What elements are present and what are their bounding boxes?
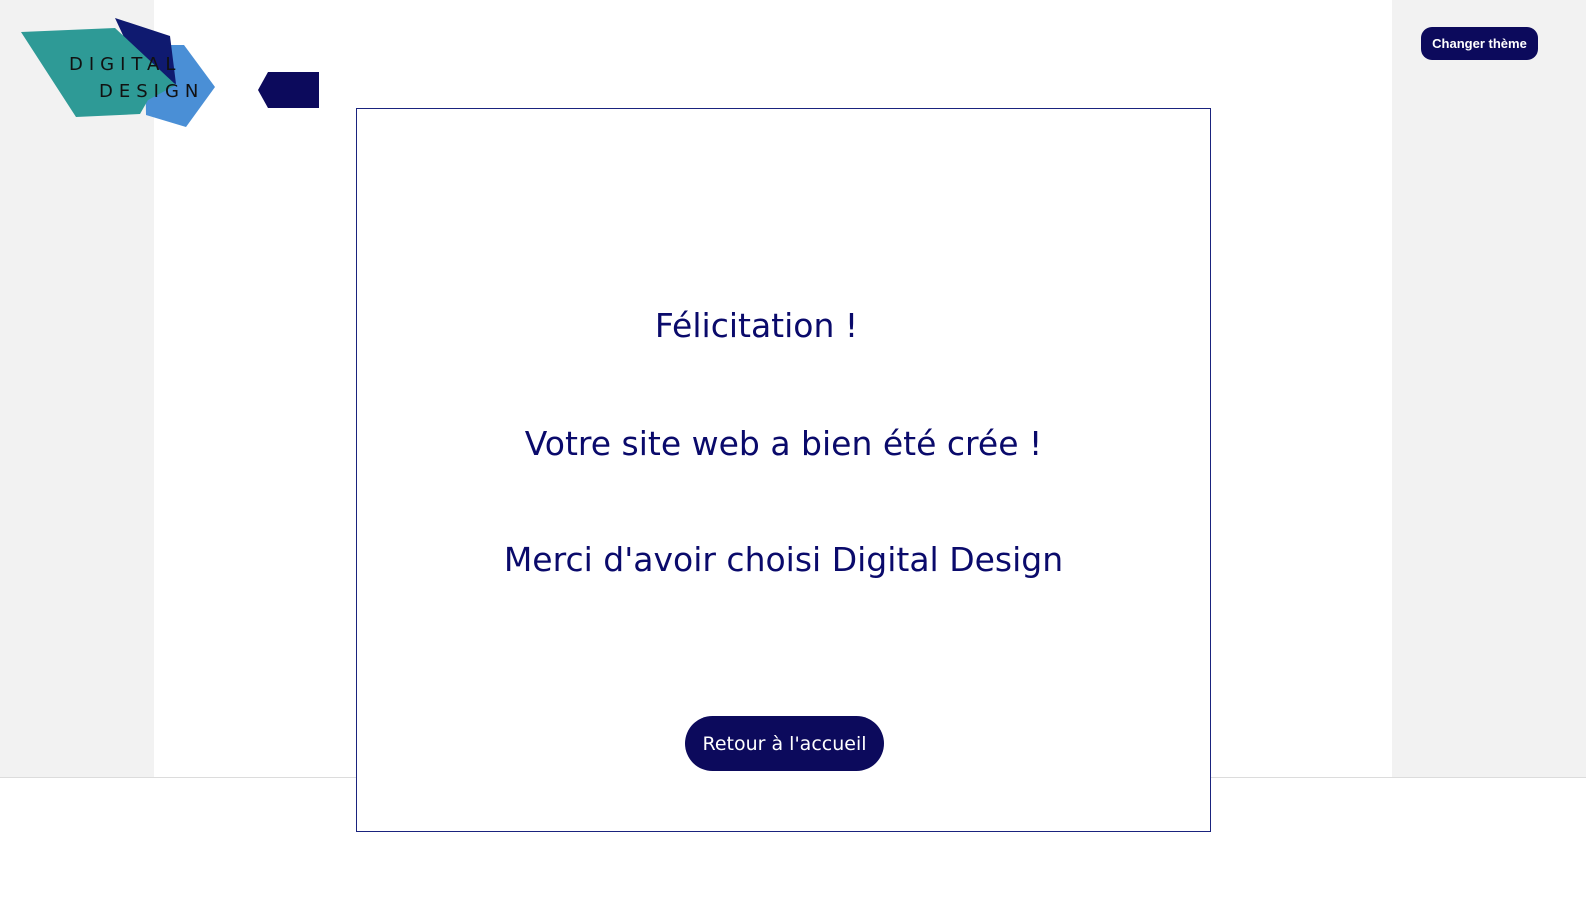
thanks-message: Merci d'avoir choisi Digital Design <box>503 540 1064 579</box>
digital-design-logo[interactable]: DIGITAL DESIGN <box>18 14 220 132</box>
logo-text-line1: DIGITAL <box>69 54 182 75</box>
success-modal: Félicitation ! Votre site web a bien été… <box>356 108 1211 832</box>
logo-text-line2: DESIGN <box>99 81 205 102</box>
success-message: Votre site web a bien été crée ! <box>524 424 1043 463</box>
nav-arrow-tab-icon[interactable] <box>258 72 319 108</box>
success-title: Félicitation ! <box>654 306 859 345</box>
back-home-button[interactable]: Retour à l'accueil <box>685 716 884 771</box>
change-theme-button[interactable]: Changer thème <box>1421 27 1538 60</box>
right-gutter <box>1392 0 1586 778</box>
